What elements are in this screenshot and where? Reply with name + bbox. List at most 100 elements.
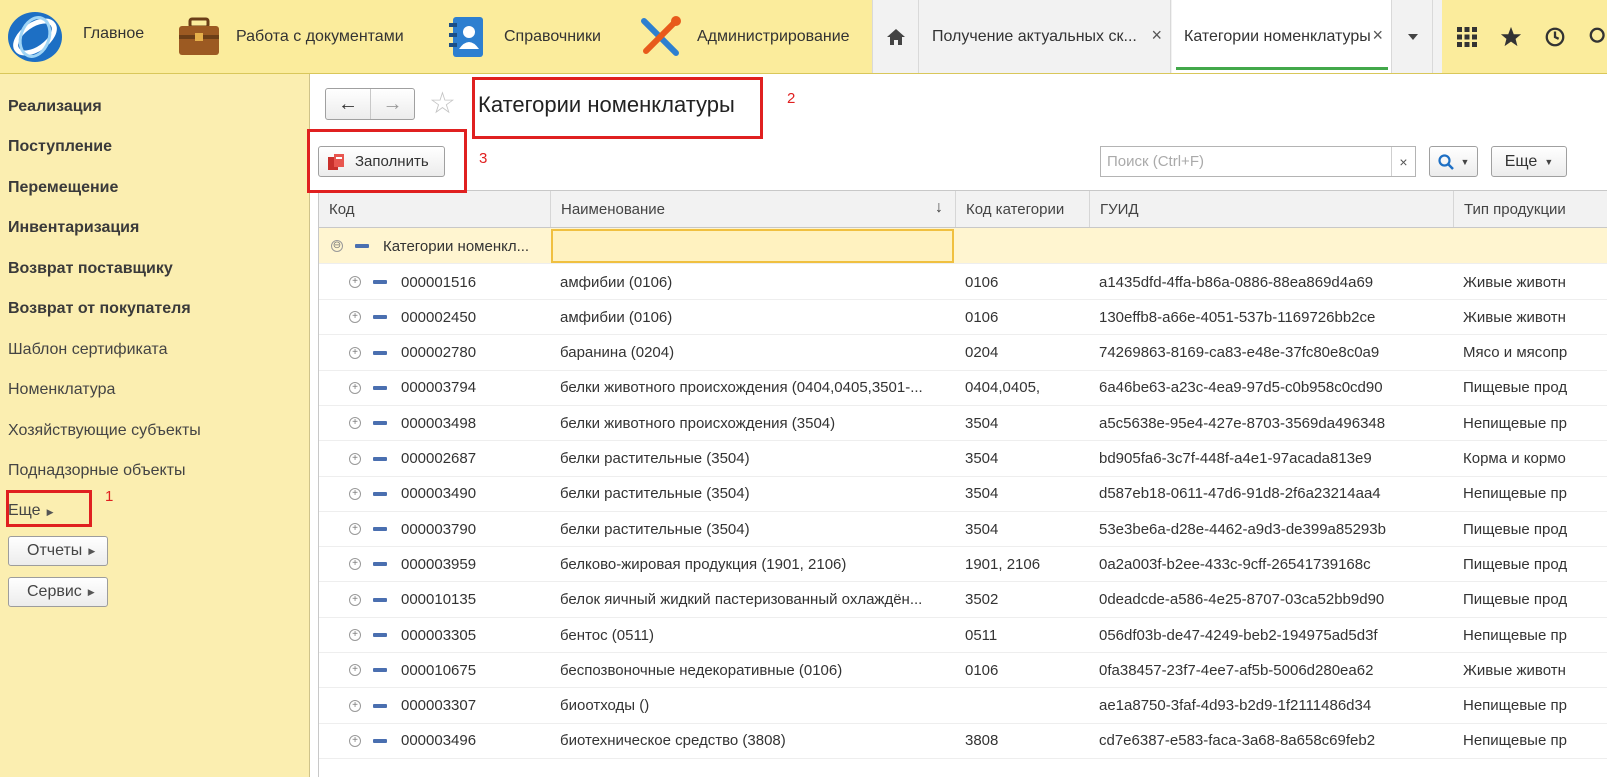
history-button[interactable] <box>1533 0 1577 73</box>
guid-cell: 53e3be6a-d28e-4462-a9d3-de399a85293b <box>1099 520 1386 538</box>
item-marker-icon <box>373 597 387 602</box>
tab-label: Получение актуальных ск... <box>932 27 1137 45</box>
code-value: 000003307 <box>401 697 477 715</box>
forward-button[interactable]: → <box>369 89 414 119</box>
table-row[interactable]: +000003790 белки растительные (3504) 3504 5… <box>319 511 1607 548</box>
item-marker-icon <box>373 703 387 708</box>
category-code-cell: 3504 <box>965 520 999 538</box>
table-row[interactable]: +000003794 белки животного происхождения … <box>319 370 1607 406</box>
expand-icon[interactable]: + <box>349 734 361 747</box>
table-row[interactable]: +000003959 белково-жировая продукция (190… <box>319 546 1607 583</box>
table-row[interactable]: +000002450 амфибии (0106) 0106 130effb8-a66… <box>319 299 1607 336</box>
search-icon <box>1589 27 1605 43</box>
table-row[interactable]: +000003496 биотехническое средство (3808)… <box>319 723 1607 759</box>
table-header: Код Наименование ↓ Код категории ГУИД Ти… <box>319 191 1607 228</box>
expand-icon[interactable]: + <box>349 664 361 677</box>
clear-search-button[interactable]: × <box>1391 147 1415 176</box>
expand-icon[interactable]: + <box>349 523 361 536</box>
toolbar-icons <box>1445 0 1607 73</box>
section-references[interactable]: Справочники <box>444 0 601 73</box>
expand-icon[interactable]: + <box>349 629 361 641</box>
sidebar-item-return-supplier[interactable]: Возврат поставщику <box>8 260 173 278</box>
table-row[interactable]: +000003490 белки растительные (3504) 3504 d… <box>319 476 1607 512</box>
name-cell: белково-жировая продукция (1901, 2106) <box>560 555 847 573</box>
code-value: 000010675 <box>401 661 477 679</box>
table-row[interactable]: +000003498 белки животного происхождения … <box>319 405 1607 442</box>
section-documents[interactable]: Работа с документами <box>176 0 404 73</box>
table-row[interactable]: +000001516 амфибии (0106) 0106 a1435dfd-4ff… <box>319 264 1607 300</box>
group-row-label: Категории номенкл... <box>383 237 530 255</box>
sidebar-item-receipt[interactable]: Поступление <box>8 138 112 156</box>
sidebar-item-certificate-template[interactable]: Шаблон сертификата <box>8 341 167 359</box>
section-main[interactable]: Главное <box>0 0 162 73</box>
column-product-type[interactable]: Тип продукции <box>1454 191 1607 227</box>
guid-cell: cd7e6387-e583-faca-3a68-8a658c69feb2 <box>1099 732 1376 750</box>
close-icon[interactable]: × <box>1372 25 1383 46</box>
code-cell: +000003490 <box>319 476 549 512</box>
expand-icon[interactable]: + <box>349 487 361 500</box>
table-row[interactable]: +000010135 белок яичный жидкий пастеризов… <box>319 582 1607 618</box>
annotation-number-3: 3 <box>479 150 488 167</box>
section-administration[interactable]: Администрирование <box>637 0 850 73</box>
annotation-box-3 <box>307 129 467 193</box>
sidebar-item-return-customer[interactable]: Возврат от покупателя <box>8 300 191 318</box>
group-row[interactable]: ⊖ Категории номенкл... <box>319 228 1607 264</box>
search-global-button[interactable] <box>1577 0 1607 73</box>
column-code[interactable]: Код <box>319 191 551 227</box>
grid-menu-button[interactable] <box>1445 0 1489 73</box>
code-value: 000003794 <box>401 379 477 397</box>
guid-cell: 056df03b-de47-4249-beb2-194975ad5d3f <box>1099 626 1378 644</box>
expand-icon[interactable]: + <box>349 452 361 465</box>
expand-icon[interactable]: + <box>349 417 361 430</box>
tab-actual-data[interactable]: Получение актуальных ск... × <box>920 0 1171 73</box>
code-cell: +000003307 <box>319 688 549 724</box>
expand-icon[interactable]: + <box>349 381 361 394</box>
sidebar-item-transfer[interactable]: Перемещение <box>8 179 118 197</box>
item-marker-icon <box>373 491 387 496</box>
search-button[interactable]: ▼ <box>1429 146 1478 177</box>
guid-cell: a5c5638e-95e4-427e-8703-3569da496348 <box>1099 414 1386 432</box>
sidebar-item-nomenclature[interactable]: Номенклатура <box>8 381 115 399</box>
category-code-cell: 3502 <box>965 591 999 609</box>
sidebar-item-business-entities[interactable]: Хозяйствующие субъекты <box>8 422 201 440</box>
expand-icon[interactable]: + <box>349 558 361 571</box>
table-row[interactable]: +000003307 биоотходы () ae1a8750-3faf-4d93… <box>319 688 1607 724</box>
back-button[interactable]: ← <box>326 89 370 119</box>
selected-cell[interactable] <box>551 229 954 263</box>
collapse-icon[interactable]: ⊖ <box>331 240 343 252</box>
service-button[interactable]: Сервис ▶ <box>8 577 108 607</box>
history-nav: ← → <box>325 88 415 120</box>
table-row[interactable]: +000010675 беспозвоночные недекоративные … <box>319 652 1607 689</box>
expand-icon[interactable]: + <box>349 699 361 712</box>
favorite-star-icon[interactable]: ☆ <box>429 86 456 121</box>
search-input[interactable]: Поиск (Ctrl+F) <box>1101 153 1391 170</box>
more-actions-button[interactable]: Еще ▼ <box>1491 146 1567 177</box>
sidebar-item-sales[interactable]: Реализация <box>8 98 102 116</box>
expand-icon[interactable]: + <box>349 311 361 324</box>
table-row[interactable]: +000003305 бентос (0511) 0511 056df03b-de47… <box>319 617 1607 653</box>
table-row[interactable]: +000002687 белки растительные (3504) 3504 b… <box>319 441 1607 477</box>
home-tab[interactable] <box>873 0 919 73</box>
item-marker-icon <box>373 738 387 743</box>
expand-icon[interactable]: + <box>349 346 361 359</box>
section-references-label: Справочники <box>504 27 601 45</box>
sidebar-item-inventory[interactable]: Инвентаризация <box>8 219 139 237</box>
tabs-dropdown[interactable] <box>1393 0 1433 73</box>
code-value: 000010135 <box>401 591 477 609</box>
search-field[interactable]: Поиск (Ctrl+F) × <box>1100 146 1416 177</box>
item-marker-icon <box>373 385 387 390</box>
table-row[interactable]: +000002780 баранина (0204) 0204 74269863-81… <box>319 335 1607 371</box>
tab-nomenclature-categories[interactable]: Категории номенклатуры × <box>1172 0 1392 73</box>
expand-icon[interactable]: + <box>349 593 361 606</box>
column-name[interactable]: Наименование ↓ <box>551 191 956 227</box>
expand-icon[interactable]: + <box>349 276 361 288</box>
name-cell: биотехническое средство (3808) <box>560 732 786 750</box>
code-cell: +000003959 <box>319 546 549 582</box>
reports-button[interactable]: Отчеты ▶ <box>8 536 109 566</box>
column-guid[interactable]: ГУИД <box>1090 191 1454 227</box>
favorites-button[interactable] <box>1489 0 1533 73</box>
sidebar-item-supervised-objects[interactable]: Поднадзорные объекты <box>8 462 186 480</box>
close-icon[interactable]: × <box>1151 25 1162 46</box>
product-type-cell: Пищевые прод <box>1463 555 1568 573</box>
column-category-code[interactable]: Код категории <box>956 191 1090 227</box>
